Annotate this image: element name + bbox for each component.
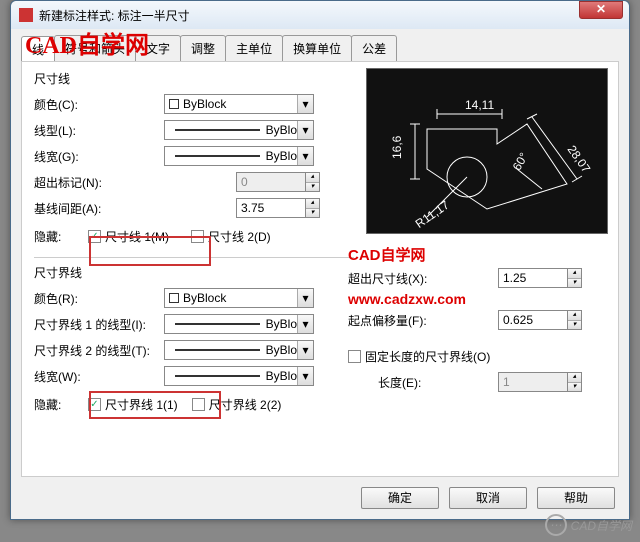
svg-text:60°: 60° [510, 150, 531, 173]
tab-tol[interactable]: 公差 [351, 35, 397, 61]
label-linetype-l: 线型(L): [34, 122, 164, 139]
preview-svg: 14,11 16,6 28,07 60° R11,17 [367, 69, 609, 235]
label-dimline-1: 尺寸线 1(M) [105, 228, 169, 245]
spinner-extend-n: ▴▾ [306, 172, 320, 192]
window-title: 新建标注样式: 标注一半尺寸 [39, 7, 190, 24]
group-title-dimline: 尺寸线 [34, 70, 354, 87]
chevron-down-icon: ▾ [297, 341, 313, 359]
select-color-c[interactable]: ByBlock▾ [164, 94, 314, 114]
chevron-down-icon: ▾ [297, 121, 313, 139]
chevron-down-icon: ▾ [297, 367, 313, 385]
input-extend-n [236, 172, 306, 192]
select-color-r[interactable]: ByBlock▾ [164, 288, 314, 308]
select-ext2-linetype[interactable]: ByBlock▾ [164, 340, 314, 360]
label-extline-2: 尺寸界线 2(2) [209, 396, 282, 413]
checkbox-dimline-1[interactable]: ✓ [88, 230, 101, 243]
checkbox-fixed-length[interactable] [348, 350, 361, 363]
close-button[interactable]: ✕ [579, 1, 623, 19]
watermark-footer: ⋯ CAD自学网 [545, 514, 632, 536]
select-ext1-linetype[interactable]: ByBlock▾ [164, 314, 314, 334]
svg-text:R11,17: R11,17 [413, 198, 452, 231]
label-length-e: 长度(E): [378, 374, 458, 391]
wechat-icon: ⋯ [545, 514, 567, 536]
label-offset-f: 起点偏移量(F): [348, 312, 458, 329]
tab-content: 14,11 16,6 28,07 60° R11,17 尺寸线 颜色(C): B… [21, 61, 619, 477]
label-color-c: 颜色(C): [34, 96, 164, 113]
chevron-down-icon: ▾ [297, 315, 313, 333]
line-sample-icon [175, 323, 260, 325]
spinner-baseline-a[interactable]: ▴▾ [306, 198, 320, 218]
line-sample-icon [175, 129, 260, 131]
label-dimline-2: 尺寸线 2(D) [208, 228, 271, 245]
input-beyond-x[interactable] [498, 268, 568, 288]
svg-text:28,07: 28,07 [565, 143, 594, 176]
label-lineweight-w: 线宽(W): [34, 368, 164, 385]
label-extline-1: 尺寸界线 1(1) [105, 396, 178, 413]
checkbox-extline-1[interactable]: ✓ [88, 398, 101, 411]
spinner-length-e: ▴▾ [568, 372, 582, 392]
dialog-window: 新建标注样式: 标注一半尺寸 ✕ CAD自学网 线 符号和箭头 文字 调整 主单… [10, 0, 630, 520]
label-hide: 隐藏: [34, 228, 88, 245]
line-sample-icon [175, 155, 260, 157]
label-baseline-a: 基线间距(A): [34, 200, 164, 217]
cancel-button[interactable]: 取消 [449, 487, 527, 509]
watermark-mid1: CAD自学网 [348, 244, 608, 265]
label-extend-n: 超出标记(N): [34, 174, 164, 191]
right-column: CAD自学网 超出尺寸线(X): ▴▾ www.cadzxw.com 起点偏移量… [348, 244, 608, 395]
tab-primary[interactable]: 主单位 [225, 35, 283, 61]
tab-fit[interactable]: 调整 [180, 35, 226, 61]
group-dimension-line: 尺寸线 颜色(C): ByBlock▾ 线型(L): ByBlock▾ 线宽(G… [34, 70, 354, 251]
svg-text:16,6: 16,6 [390, 135, 404, 159]
label-ext1-linetype: 尺寸界线 1 的线型(I): [34, 316, 164, 333]
select-linetype-l[interactable]: ByBlock▾ [164, 120, 314, 140]
spinner-offset-f[interactable]: ▴▾ [568, 310, 582, 330]
chevron-down-icon: ▾ [297, 289, 313, 307]
input-offset-f[interactable] [498, 310, 568, 330]
dialog-buttons: 确定 取消 帮助 [361, 487, 615, 509]
input-length-e [498, 372, 568, 392]
select-lineweight-g[interactable]: ByBlock▾ [164, 146, 314, 166]
help-button[interactable]: 帮助 [537, 487, 615, 509]
input-baseline-a[interactable] [236, 198, 306, 218]
app-icon [19, 8, 33, 22]
spinner-beyond-x[interactable]: ▴▾ [568, 268, 582, 288]
watermark-mid2: www.cadzxw.com [348, 291, 608, 307]
select-lineweight-w[interactable]: ByBlock▾ [164, 366, 314, 386]
ok-button[interactable]: 确定 [361, 487, 439, 509]
line-sample-icon [175, 349, 260, 351]
color-swatch-icon [169, 99, 179, 109]
label-lineweight-g: 线宽(G): [34, 148, 164, 165]
color-swatch-icon [169, 293, 179, 303]
checkbox-extline-2[interactable] [192, 398, 205, 411]
tab-alt[interactable]: 换算单位 [282, 35, 352, 61]
group-extension-line: 尺寸界线 颜色(R): ByBlock▾ 尺寸界线 1 的线型(I): ByBl… [34, 257, 354, 419]
label-color-r: 颜色(R): [34, 290, 164, 307]
label-hide2: 隐藏: [34, 396, 88, 413]
label-ext2-linetype: 尺寸界线 2 的线型(T): [34, 342, 164, 359]
line-sample-icon [175, 375, 260, 377]
label-fixed-length: 固定长度的尺寸界线(O) [365, 348, 490, 365]
chevron-down-icon: ▾ [297, 147, 313, 165]
dimension-preview: 14,11 16,6 28,07 60° R11,17 [366, 68, 608, 234]
svg-text:14,11: 14,11 [465, 98, 494, 112]
group-title-extline: 尺寸界线 [34, 264, 354, 281]
watermark-top: CAD自学网 [25, 25, 149, 60]
chevron-down-icon: ▾ [297, 95, 313, 113]
checkbox-dimline-2[interactable] [191, 230, 204, 243]
label-beyond-x: 超出尺寸线(X): [348, 270, 458, 287]
